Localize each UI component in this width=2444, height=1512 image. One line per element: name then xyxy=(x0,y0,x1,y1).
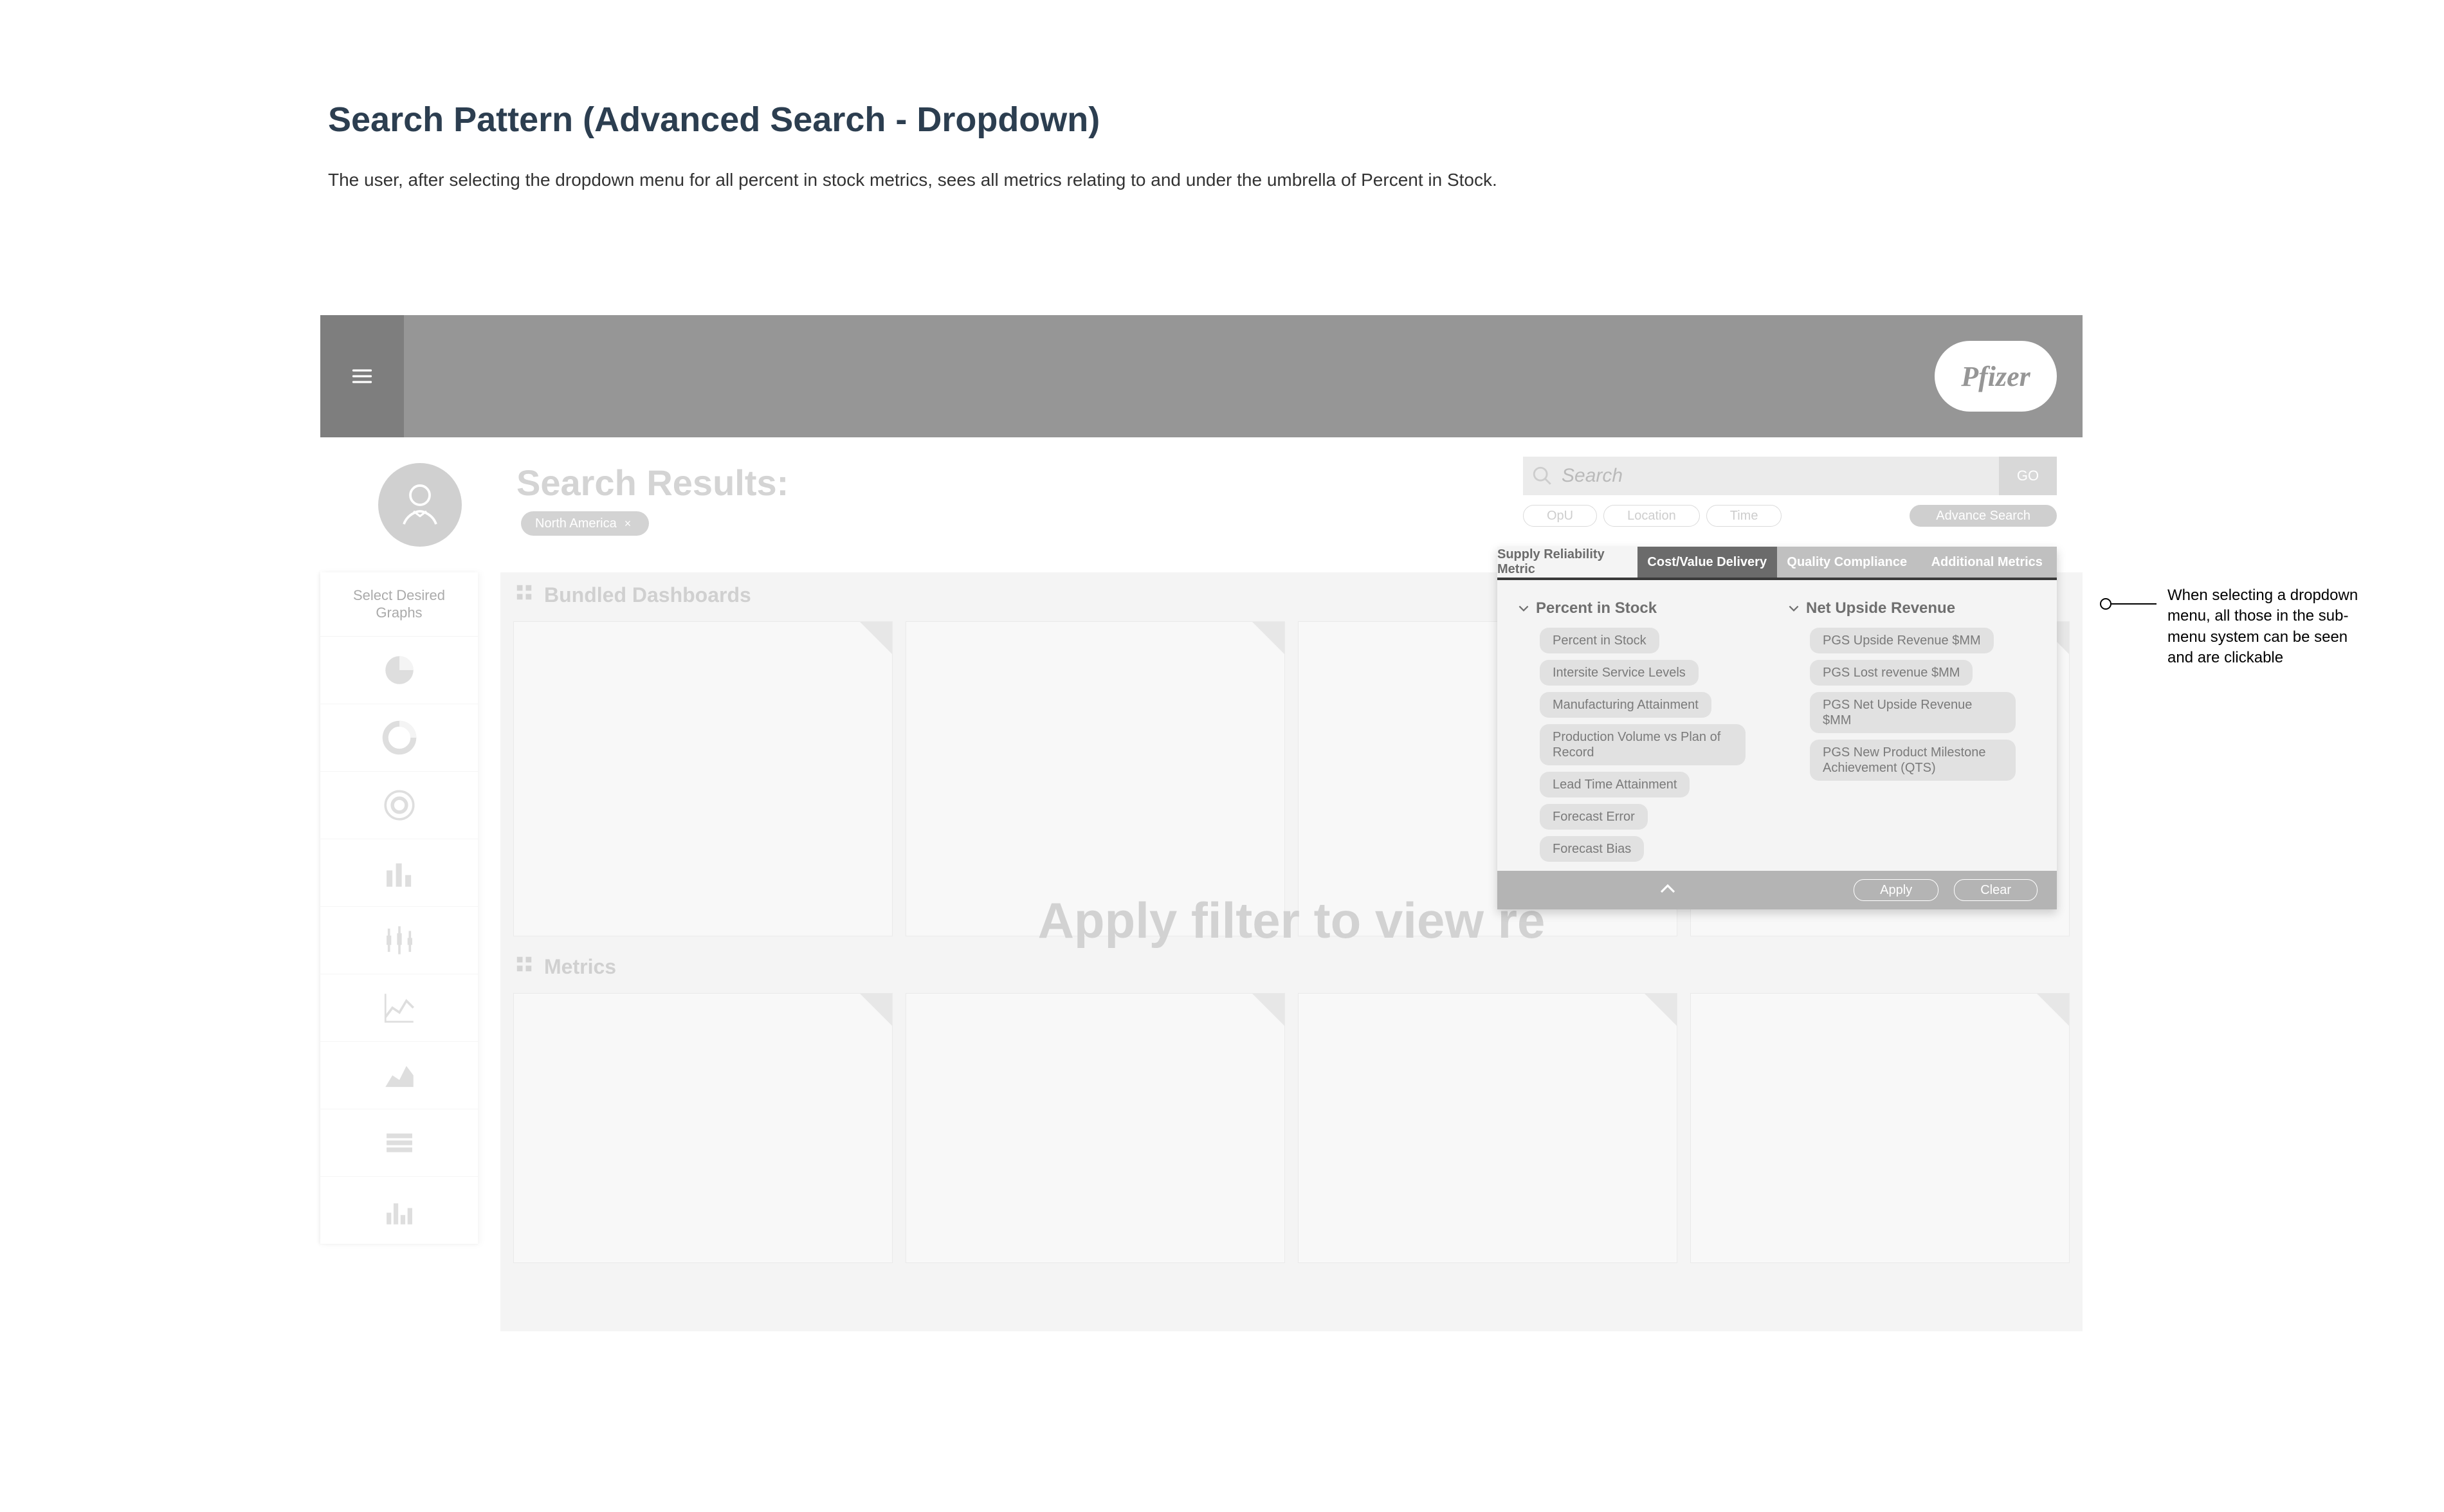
user-icon xyxy=(394,479,446,531)
dashboard-card[interactable] xyxy=(513,621,893,936)
metric-group-percent-in-stock: Percent in Stock Percent in Stock Inters… xyxy=(1517,599,1767,862)
tab-quality-compliance[interactable]: Quality Compliance xyxy=(1777,547,1917,578)
line-chart-icon xyxy=(381,989,418,1026)
metric-chip[interactable]: PGS Upside Revenue $MM xyxy=(1810,628,1994,653)
content-area: Search Results: North America × GO OpU L… xyxy=(320,437,2083,1331)
gauge-icon xyxy=(381,787,418,824)
advanced-search-panel: Supply Reliability Metric Cost/Value Del… xyxy=(1497,547,2057,909)
tab-cost-value[interactable]: Cost/Value Delivery xyxy=(1637,547,1778,578)
tab-supply-reliability[interactable]: Supply Reliability Metric xyxy=(1497,547,1637,578)
section-metrics-head: Metrics xyxy=(500,944,2083,989)
search-input[interactable] xyxy=(1562,465,1999,487)
candlestick-icon xyxy=(381,922,418,959)
table-icon xyxy=(381,1124,418,1161)
metrics-card-row xyxy=(500,989,2083,1270)
metric-chip[interactable]: Percent in Stock xyxy=(1540,628,1659,653)
graph-type-pie[interactable] xyxy=(320,637,478,704)
annotation-line xyxy=(2111,603,2157,605)
adv-panel-footer: Apply Clear xyxy=(1497,871,2057,909)
donut-chart-icon xyxy=(381,719,418,756)
tab-additional-metrics[interactable]: Additional Metrics xyxy=(1917,547,2057,578)
graph-type-gauge[interactable] xyxy=(320,772,478,839)
section-metrics: Metrics xyxy=(500,944,2083,1270)
dashboard-card[interactable] xyxy=(906,621,1285,936)
bar-chart-icon xyxy=(381,854,418,891)
metric-card[interactable] xyxy=(513,993,893,1263)
sidebar-title: Select DesiredGraphs xyxy=(320,572,478,637)
metric-chip[interactable]: Intersite Service Levels xyxy=(1540,660,1699,686)
chevron-down-icon xyxy=(1787,601,1801,615)
graph-type-histogram[interactable] xyxy=(320,1177,478,1244)
metric-chip[interactable]: Lead Time Attainment xyxy=(1540,772,1690,797)
metric-chip[interactable]: Forecast Error xyxy=(1540,804,1648,830)
active-filter-chip[interactable]: North America × xyxy=(521,511,649,536)
metric-chip[interactable]: PGS Net Upside Revenue $MM xyxy=(1810,692,2016,733)
filter-chip-label: North America xyxy=(535,516,617,531)
metric-group-net-upside: Net Upside Revenue PGS Upside Revenue $M… xyxy=(1787,599,2038,781)
group-title: Percent in Stock xyxy=(1536,599,1657,617)
metric-card[interactable] xyxy=(906,993,1285,1263)
chevron-down-icon xyxy=(1517,601,1531,615)
advance-search-button[interactable]: Advance Search xyxy=(1910,505,2057,527)
graph-type-bar[interactable] xyxy=(320,839,478,907)
filter-pill-time[interactable]: Time xyxy=(1706,505,1782,527)
area-chart-icon xyxy=(381,1057,418,1094)
graph-type-donut[interactable] xyxy=(320,704,478,772)
search-bar: GO xyxy=(1523,457,2057,495)
chevron-up-icon xyxy=(1658,882,1677,895)
graph-type-table[interactable] xyxy=(320,1109,478,1177)
annotation-text: When selecting a dropdown menu, all thos… xyxy=(2167,585,2373,669)
hamburger-icon xyxy=(349,365,376,388)
page-title: Search Pattern (Advanced Search - Dropdo… xyxy=(328,100,1100,140)
close-icon[interactable]: × xyxy=(625,517,632,531)
topbar: Pfizer xyxy=(320,315,2083,437)
metric-card[interactable] xyxy=(1690,993,2070,1263)
metric-card[interactable] xyxy=(1298,993,1677,1263)
page-description: The user, after selecting the dropdown m… xyxy=(328,167,1497,192)
metric-chip[interactable]: Forecast Bias xyxy=(1540,836,1644,862)
group-toggle-net-upside[interactable]: Net Upside Revenue xyxy=(1787,599,2038,617)
sidebar-graphs: Select DesiredGraphs xyxy=(320,572,478,1244)
go-button[interactable]: GO xyxy=(1999,457,2057,495)
results-heading: Search Results: xyxy=(516,462,789,504)
app-frame: Pfizer Search Results: North America × xyxy=(320,315,2083,1331)
adv-tabs: Supply Reliability Metric Cost/Value Del… xyxy=(1497,547,2057,580)
avatar[interactable] xyxy=(378,463,462,547)
brand-logo: Pfizer xyxy=(1935,341,2057,412)
filter-pill-row: OpU Location Time Advance Search xyxy=(1523,505,2057,527)
dashboard-icon xyxy=(515,954,534,979)
filter-pill-opu[interactable]: OpU xyxy=(1523,505,1597,527)
filter-pill-location[interactable]: Location xyxy=(1603,505,1700,527)
graph-type-line[interactable] xyxy=(320,974,478,1042)
clear-button[interactable]: Clear xyxy=(1954,879,2038,901)
dashboard-icon xyxy=(515,583,534,607)
metric-chip[interactable]: Manufacturing Attainment xyxy=(1540,692,1711,718)
hamburger-menu-button[interactable] xyxy=(320,315,404,437)
annotation-marker xyxy=(2100,598,2111,610)
section-metrics-label: Metrics xyxy=(544,955,616,979)
group-title: Net Upside Revenue xyxy=(1806,599,1955,617)
graph-type-candlestick[interactable] xyxy=(320,907,478,974)
metric-chip[interactable]: PGS Lost revenue $MM xyxy=(1810,660,1973,686)
graph-type-area[interactable] xyxy=(320,1042,478,1109)
pie-chart-icon xyxy=(381,651,418,689)
group-toggle-percent-in-stock[interactable]: Percent in Stock xyxy=(1517,599,1767,617)
collapse-panel-button[interactable] xyxy=(1658,882,1677,898)
apply-button[interactable]: Apply xyxy=(1854,879,1938,901)
section-bundled-label: Bundled Dashboards xyxy=(544,583,751,607)
histogram-icon xyxy=(381,1192,418,1229)
metric-chip[interactable]: Production Volume vs Plan of Record xyxy=(1540,724,1746,765)
search-icon xyxy=(1523,465,1562,487)
metric-chip[interactable]: PGS New Product Milestone Achievement (Q… xyxy=(1810,740,2016,781)
